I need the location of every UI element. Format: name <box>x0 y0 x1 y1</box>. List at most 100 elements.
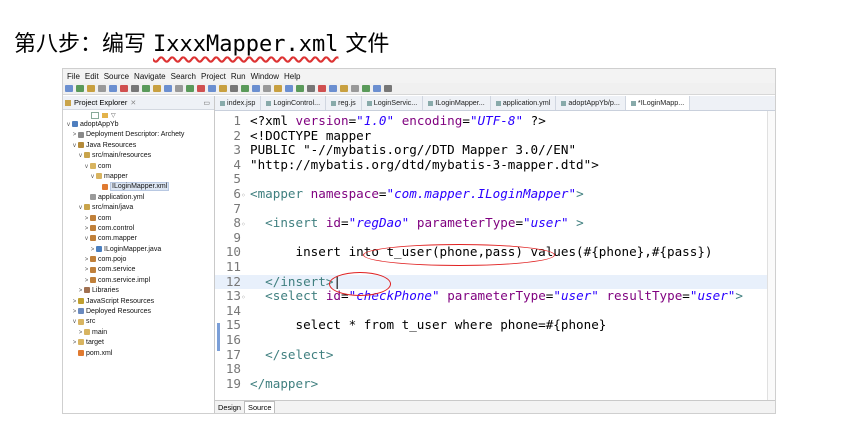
toolbar-button-icon[interactable] <box>329 85 337 92</box>
chevron-right-icon[interactable]: > <box>83 255 90 265</box>
code-line[interactable]: 13◦ <select id="checkPhone" parameterTyp… <box>215 289 743 303</box>
chevron-down-icon[interactable]: v <box>77 151 84 161</box>
chevron-right-icon[interactable]: > <box>77 328 84 338</box>
toolbar-button-icon[interactable] <box>131 85 139 92</box>
chevron-right-icon[interactable]: > <box>71 130 78 140</box>
editor-tab[interactable]: LoginControl... <box>261 96 327 110</box>
editor-tab[interactable]: LoginServic... <box>362 96 424 110</box>
tree-item[interactable]: > target <box>63 338 214 348</box>
tree-item[interactable]: > com.pojo <box>63 255 214 265</box>
menu-project[interactable]: Project <box>201 72 226 81</box>
code-line[interactable]: 4 "http://mybatis.org/dtd/mybatis-3-mapp… <box>215 157 598 172</box>
tree-item[interactable]: > com.control <box>63 224 214 234</box>
code-line[interactable]: 9 <box>215 230 250 245</box>
tree-item[interactable]: application.yml <box>63 193 214 203</box>
tree-item[interactable]: > main <box>63 328 214 338</box>
toolbar-button-icon[interactable] <box>373 85 381 92</box>
toolbar-button-icon[interactable] <box>197 85 205 92</box>
code-line[interactable]: 12 </insert>| <box>215 274 770 289</box>
toolbar-button-icon[interactable] <box>109 85 117 92</box>
toolbar-button-icon[interactable] <box>274 85 282 92</box>
tree-item[interactable]: v src <box>63 317 214 327</box>
editor-tab[interactable]: index.jsp <box>215 96 262 110</box>
tree-item[interactable]: pom.xml <box>63 349 214 359</box>
chevron-right-icon[interactable]: > <box>83 224 90 234</box>
project-explorer-header[interactable]: Project Explorer ✕ ▭ <box>63 96 214 110</box>
toolbar-button-icon[interactable] <box>87 85 95 92</box>
code-line[interactable]: 2 <!DOCTYPE mapper <box>215 128 371 143</box>
toolbar-button-icon[interactable] <box>241 85 249 92</box>
tree-item[interactable]: v mapper <box>63 172 214 182</box>
toolbar-button-icon[interactable] <box>296 85 304 92</box>
tree-item[interactable]: v Java Resources <box>63 141 214 151</box>
chevron-down-icon[interactable]: v <box>83 162 90 172</box>
view-menu-icon[interactable]: ▽ <box>111 112 116 119</box>
chevron-down-icon[interactable]: v <box>71 317 78 327</box>
tree-item[interactable]: > JavaScript Resources <box>63 297 214 307</box>
code-line[interactable]: 7 <box>215 201 250 216</box>
toolbar-button-icon[interactable] <box>340 85 348 92</box>
menu-window[interactable]: Window <box>251 72 279 81</box>
tree-item[interactable]: v com <box>63 162 214 172</box>
code-line[interactable]: 8◦ <insert id="regDao" parameterType="us… <box>215 216 583 230</box>
code-line[interactable]: 6◦ <mapper namespace="com.mapper.ILoginMa… <box>215 187 583 201</box>
toolbar-button-icon[interactable] <box>351 85 359 92</box>
menu-help[interactable]: Help <box>284 72 300 81</box>
code-line[interactable]: 14 <box>215 303 250 318</box>
tree-item[interactable]: > Deployed Resources <box>63 307 214 317</box>
chevron-right-icon[interactable]: > <box>83 276 90 286</box>
tree-item[interactable]: > com.service <box>63 265 214 275</box>
toolbar-button-icon[interactable] <box>219 85 227 92</box>
toolbar-button-icon[interactable] <box>98 85 106 92</box>
menu-search[interactable]: Search <box>171 72 196 81</box>
toolbar-button-icon[interactable] <box>252 85 260 92</box>
editor-tab[interactable]: ILoginMapper... <box>423 96 491 110</box>
editor-tab[interactable]: reg.js <box>326 96 362 110</box>
chevron-down-icon[interactable]: v <box>65 120 72 130</box>
tree-item[interactable]: > Libraries <box>63 286 214 296</box>
toolbar-button-icon[interactable] <box>384 85 392 92</box>
chevron-down-icon[interactable]: v <box>83 234 90 244</box>
toolbar-button-icon[interactable] <box>186 85 194 92</box>
code-line[interactable]: 16 <box>215 333 250 347</box>
code-line[interactable]: 15 select * from t_user where phone=#{ph… <box>215 318 607 332</box>
toolbar-button-icon[interactable] <box>153 85 161 92</box>
close-icon[interactable]: ✕ <box>130 99 136 107</box>
tree-item[interactable]: > com <box>63 214 214 224</box>
chevron-right-icon[interactable]: > <box>71 297 78 307</box>
toolbar-button-icon[interactable] <box>175 85 183 92</box>
chevron-right-icon[interactable]: > <box>71 307 78 317</box>
code-line[interactable]: 5 <box>215 172 250 186</box>
link-editor-icon[interactable] <box>102 112 108 118</box>
toolbar-button-icon[interactable] <box>65 85 73 92</box>
chevron-right-icon[interactable]: > <box>83 265 90 275</box>
collapse-all-icon[interactable] <box>91 111 99 119</box>
toolbar-button-icon[interactable] <box>208 85 216 92</box>
tree-item[interactable]: v src/main/resources <box>63 151 214 161</box>
code-line[interactable]: 11 <box>215 260 250 274</box>
editor-tab[interactable]: application.yml <box>491 96 557 110</box>
chevron-right-icon[interactable]: > <box>77 286 84 296</box>
code-line[interactable]: 18 <box>215 362 250 376</box>
editor-mode-tab-design[interactable]: Design <box>215 402 244 414</box>
toolbar-button-icon[interactable] <box>263 85 271 92</box>
toolbar-button-icon[interactable] <box>307 85 315 92</box>
menu-source[interactable]: Source <box>104 72 129 81</box>
toolbar-button-icon[interactable] <box>142 85 150 92</box>
toolbar-button-icon[interactable] <box>76 85 84 92</box>
toolbar-button-icon[interactable] <box>164 85 172 92</box>
toolbar-button-icon[interactable] <box>230 85 238 92</box>
menu-navigate[interactable]: Navigate <box>134 72 166 81</box>
chevron-down-icon[interactable]: v <box>77 203 84 213</box>
tree-item[interactable]: v com.mapper <box>63 234 214 244</box>
editor-tab[interactable]: *ILoginMapp... <box>625 96 691 110</box>
chevron-down-icon[interactable]: v <box>71 141 78 151</box>
menu-edit[interactable]: Edit <box>85 72 99 81</box>
toolbar-button-icon[interactable] <box>318 85 326 92</box>
editor-tab[interactable]: adoptAppYb/p... <box>556 96 626 110</box>
tree-item[interactable]: > Deployment Descriptor: Archety <box>63 130 214 140</box>
chevron-right-icon[interactable]: > <box>83 214 90 224</box>
chevron-right-icon[interactable]: > <box>71 338 78 348</box>
code-line[interactable]: 3 PUBLIC "-//mybatis.org//DTD Mapper 3.0… <box>215 143 576 157</box>
editor-mode-tab-source[interactable]: Source <box>244 400 276 413</box>
